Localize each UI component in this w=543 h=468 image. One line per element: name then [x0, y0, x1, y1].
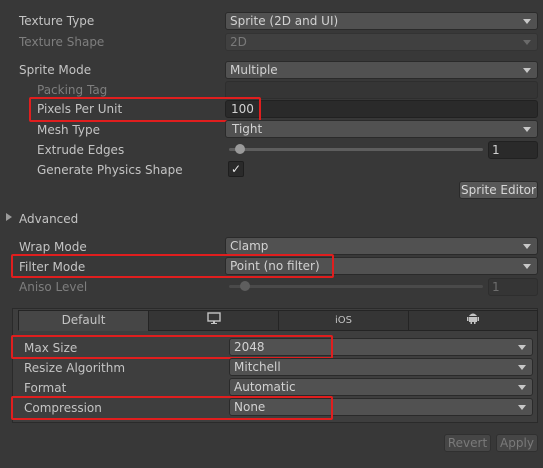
mesh-type-value: Tight — [232, 122, 263, 136]
resize-algorithm-label: Resize Algorithm — [24, 361, 126, 375]
aniso-level-input: 1 — [488, 278, 538, 296]
tab-ios[interactable]: iOS — [278, 310, 409, 331]
android-icon — [467, 311, 479, 330]
chevron-down-icon — [518, 345, 526, 350]
platform-tab-bar: Default iOS — [18, 310, 538, 331]
tab-default[interactable]: Default — [18, 310, 149, 331]
texture-type-dropdown[interactable]: Sprite (2D and UI) — [225, 12, 538, 30]
generate-physics-shape-label: Generate Physics Shape — [37, 163, 183, 177]
format-value: Automatic — [234, 380, 296, 394]
filter-mode-highlight — [11, 254, 334, 278]
tab-ios-label: iOS — [335, 315, 352, 326]
chevron-down-icon — [523, 40, 531, 45]
chevron-down-icon — [523, 244, 531, 249]
monitor-icon — [206, 311, 221, 330]
chevron-down-icon — [518, 365, 526, 370]
extrude-edges-slider-track[interactable] — [229, 148, 483, 151]
format-label: Format — [24, 381, 67, 395]
apply-button[interactable]: Apply — [496, 434, 538, 452]
wrap-mode-value: Clamp — [230, 239, 269, 253]
extrude-edges-label: Extrude Edges — [37, 143, 125, 157]
wrap-mode-label: Wrap Mode — [19, 240, 87, 254]
texture-shape-label: Texture Shape — [19, 35, 105, 49]
sprite-mode-label: Sprite Mode — [19, 63, 92, 77]
compression-highlight — [11, 396, 333, 420]
packing-tag-label: Packing Tag — [37, 83, 108, 97]
resize-algorithm-dropdown[interactable]: Mitchell — [229, 358, 533, 376]
aniso-level-label: Aniso Level — [19, 280, 88, 294]
tab-standalone[interactable] — [148, 310, 279, 331]
sprite-mode-value: Multiple — [230, 63, 278, 77]
format-dropdown[interactable]: Automatic — [229, 378, 533, 396]
chevron-down-icon — [523, 19, 531, 24]
chevron-down-icon — [523, 264, 531, 269]
checkmark-icon: ✓ — [230, 162, 242, 176]
advanced-foldout-label[interactable]: Advanced — [19, 211, 78, 227]
foldout-arrow-icon[interactable] — [6, 213, 12, 221]
tab-default-label: Default — [61, 313, 106, 327]
pixels-per-unit-highlight — [29, 97, 261, 122]
extrude-edges-input[interactable]: 1 — [488, 141, 538, 159]
mesh-type-label: Mesh Type — [37, 123, 100, 137]
max-size-highlight — [11, 335, 333, 359]
chevron-down-icon — [518, 385, 526, 390]
aniso-level-slider-track — [229, 285, 483, 288]
aniso-level-slider-handle — [240, 281, 250, 291]
wrap-mode-dropdown[interactable]: Clamp — [225, 237, 538, 255]
pixels-per-unit-input[interactable]: 100 — [225, 100, 538, 118]
sprite-editor-button[interactable]: Sprite Editor — [459, 181, 538, 199]
extrude-edges-slider-handle[interactable] — [235, 144, 245, 154]
chevron-down-icon — [518, 405, 526, 410]
packing-tag-field — [225, 81, 538, 99]
texture-shape-dropdown: 2D — [225, 33, 538, 51]
revert-button[interactable]: Revert — [444, 434, 491, 452]
generate-physics-shape-checkbox[interactable]: ✓ — [228, 161, 244, 177]
tab-android[interactable] — [408, 310, 538, 331]
texture-type-value: Sprite (2D and UI) — [230, 14, 339, 28]
chevron-down-icon — [523, 68, 531, 73]
mesh-type-dropdown[interactable]: Tight — [225, 120, 538, 138]
texture-shape-value: 2D — [230, 35, 247, 49]
texture-type-label: Texture Type — [19, 14, 95, 28]
sprite-mode-dropdown[interactable]: Multiple — [225, 61, 538, 79]
resize-algorithm-value: Mitchell — [234, 360, 281, 374]
chevron-down-icon — [523, 127, 531, 132]
